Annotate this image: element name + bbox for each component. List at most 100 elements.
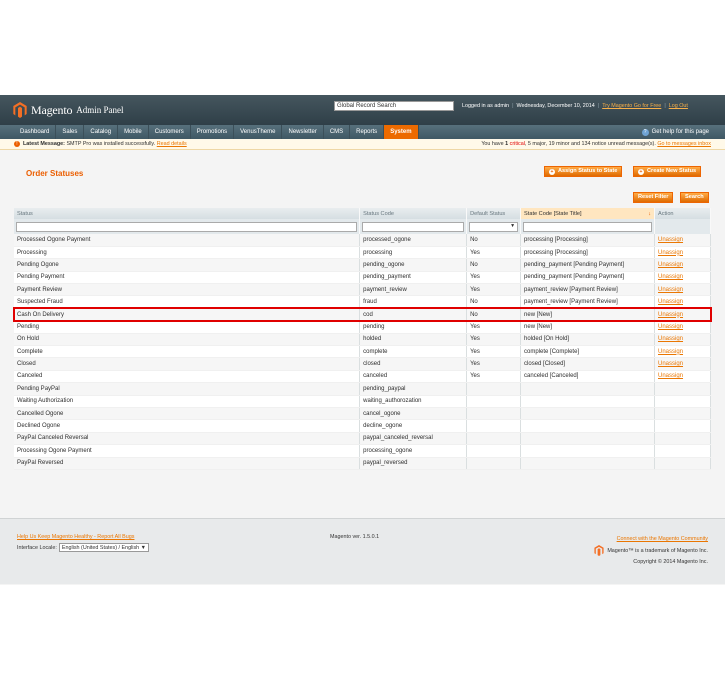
assign-status-button[interactable]: + Assign Status to State — [544, 166, 623, 177]
logged-in-text: Logged in as admin — [462, 103, 510, 109]
nav-customers[interactable]: Customers — [149, 125, 191, 139]
nav-cms[interactable]: CMS — [324, 125, 351, 139]
cell-status: Suspected Fraud — [14, 295, 361, 309]
nav-system[interactable]: System — [384, 125, 419, 139]
col-state-code[interactable]: State Code [State Title] ↓ — [520, 208, 655, 219]
filter-state-input[interactable] — [523, 221, 652, 232]
message-text: SMTP Pro was installed successfully. — [66, 141, 156, 147]
magento-logo[interactable]: Magento Admin Panel — [13, 101, 124, 119]
nav-promotions[interactable]: Promotions — [191, 125, 235, 139]
table-row[interactable]: Processing processing Yes processing [Proce… — [14, 246, 711, 260]
notification-prefix: You have — [481, 141, 504, 147]
footer-right: Connect with the Magento Community Magen… — [594, 534, 708, 568]
table-row[interactable]: Closed closed Yes closed [Closed] Unassign — [14, 357, 711, 371]
cell-state-code: processing [Processing] — [520, 234, 655, 247]
try-magento-go-link[interactable]: Try Magento Go for Free — [602, 103, 661, 109]
table-row[interactable]: Cancelled Ogone cancel_ogone — [14, 407, 711, 421]
col-default-status[interactable]: Default Status — [466, 208, 522, 219]
help-link[interactable]: ? Get help for this page — [641, 125, 709, 139]
table-row[interactable]: Complete complete Yes complete [Complete] Un… — [14, 345, 711, 359]
cell-state-code: canceled [Canceled] — [520, 370, 655, 384]
plus-icon: + — [638, 168, 644, 175]
table-row[interactable]: Pending Payment pending_payment Yes pending… — [14, 271, 711, 285]
nav-dashboard[interactable]: Dashboard — [14, 125, 57, 139]
table-row[interactable]: Payment Review payment_review Yes payment_r… — [14, 283, 711, 297]
locale-select[interactable]: English (United States) / English ▼ — [58, 543, 150, 552]
cell-action: Unassign — [654, 295, 711, 309]
logout-link[interactable]: Log Out — [669, 103, 688, 109]
cell-action: Unassign — [654, 283, 711, 297]
cell-status: On Hold — [14, 333, 361, 347]
message-bar: ! Latest Message: SMTP Pro was installed … — [0, 139, 725, 150]
table-row[interactable]: PayPal Canceled Reversal paypal_canceled_… — [14, 432, 711, 446]
col-status-code[interactable]: Status Code — [359, 208, 468, 219]
cell-default-status: No — [466, 258, 522, 272]
col-status[interactable]: Status — [14, 208, 361, 219]
admin-page: Magento Admin Panel Global Record Search… — [0, 95, 725, 585]
unassign-link[interactable]: Unassign — [658, 299, 683, 305]
unassign-link[interactable]: Unassign — [658, 336, 683, 342]
unassign-link[interactable]: Unassign — [658, 287, 683, 293]
table-row[interactable]: Suspected Fraud fraud No payment_review [Pa… — [14, 295, 711, 309]
assign-status-label: Assign Status to State — [558, 168, 618, 174]
current-date: Wednesday, December 10, 2014 — [516, 103, 595, 109]
cell-state-code — [520, 419, 655, 433]
table-row[interactable]: Pending PayPal pending_paypal — [14, 382, 711, 396]
nav-catalog[interactable]: Catalog — [84, 125, 119, 139]
create-status-button[interactable]: + Create New Status — [633, 166, 702, 177]
filter-status-input[interactable] — [16, 221, 358, 232]
cell-default-status: Yes — [466, 370, 522, 384]
nav-venustheme[interactable]: VenusTheme — [234, 125, 283, 139]
create-status-label: Create New Status — [647, 168, 697, 174]
filter-code-input[interactable] — [362, 221, 465, 232]
report-bugs-link[interactable]: Help Us Keep Magento Healthy - Report Al… — [17, 534, 134, 540]
table-row[interactable]: Processing Ogone Payment processing_ogone — [14, 444, 711, 458]
nav-newsletter[interactable]: Newsletter — [282, 125, 324, 139]
cell-status-code: cancel_ogone — [359, 407, 468, 421]
table-row[interactable]: Declined Ogone decline_ogone — [14, 419, 711, 433]
cell-default-status — [466, 407, 522, 421]
cell-action — [654, 457, 711, 470]
unassign-link[interactable]: Unassign — [658, 373, 683, 379]
table-row[interactable]: PayPal Reversed paypal_reversed — [14, 457, 711, 470]
unassign-link[interactable]: Unassign — [658, 237, 683, 243]
critical-link[interactable]: critical — [510, 141, 525, 147]
cell-status-code: holded — [359, 333, 468, 347]
cell-status-code: processing — [359, 246, 468, 260]
filter-status-cell — [14, 219, 361, 234]
search-button[interactable]: Search — [680, 192, 709, 203]
unassign-link[interactable]: Unassign — [658, 250, 683, 256]
nav-sales[interactable]: Sales — [56, 125, 85, 139]
table-row[interactable]: Canceled canceled Yes canceled [Canceled] Un… — [14, 370, 711, 384]
unassign-link[interactable]: Unassign — [658, 274, 683, 280]
unassign-link[interactable]: Unassign — [658, 324, 683, 330]
table-row[interactable]: Cash On Delivery cod No new [New] Unassign — [13, 307, 712, 322]
unassign-link[interactable]: Unassign — [658, 312, 683, 318]
table-row[interactable]: On Hold holded Yes holded [On Hold] Unassign — [14, 333, 711, 347]
table-row[interactable]: Pending Ogone pending_ogone No pending_paym… — [14, 258, 711, 272]
global-search-input[interactable]: Global Record Search — [334, 101, 454, 111]
nav-mobile[interactable]: Mobile — [118, 125, 149, 139]
table-row[interactable]: Pending pending Yes new [New] Unassign — [14, 320, 711, 334]
cell-status-code: closed — [359, 357, 468, 371]
messages-inbox-link[interactable]: Go to messages inbox — [657, 141, 711, 147]
cell-state-code — [520, 432, 655, 446]
locale-label: Interface Locale: — [17, 544, 57, 551]
community-link[interactable]: Connect with the Magento Community — [617, 536, 708, 542]
cell-status: Cancelled Ogone — [14, 407, 361, 421]
cell-status: PayPal Canceled Reversal — [14, 432, 361, 446]
read-details-link[interactable]: Read details — [157, 141, 187, 147]
unassign-link[interactable]: Unassign — [658, 262, 683, 268]
filter-code-cell — [359, 219, 468, 234]
cell-status: Closed — [14, 357, 361, 371]
cell-status: Pending Ogone — [14, 258, 361, 272]
unassign-link[interactable]: Unassign — [658, 361, 683, 367]
cell-status: Pending — [14, 320, 361, 334]
unassign-link[interactable]: Unassign — [658, 349, 683, 355]
table-row[interactable]: Processed Ogone Payment processed_ogone No… — [14, 234, 711, 247]
nav-reports[interactable]: Reports — [350, 125, 385, 139]
table-row[interactable]: Waiting Authorization waiting_authorozati… — [14, 395, 711, 408]
reset-filter-button[interactable]: Reset Filter — [633, 192, 674, 203]
cell-state-code: payment_review [Payment Review] — [520, 283, 655, 297]
filter-default-select[interactable]: ▼ — [469, 221, 519, 232]
